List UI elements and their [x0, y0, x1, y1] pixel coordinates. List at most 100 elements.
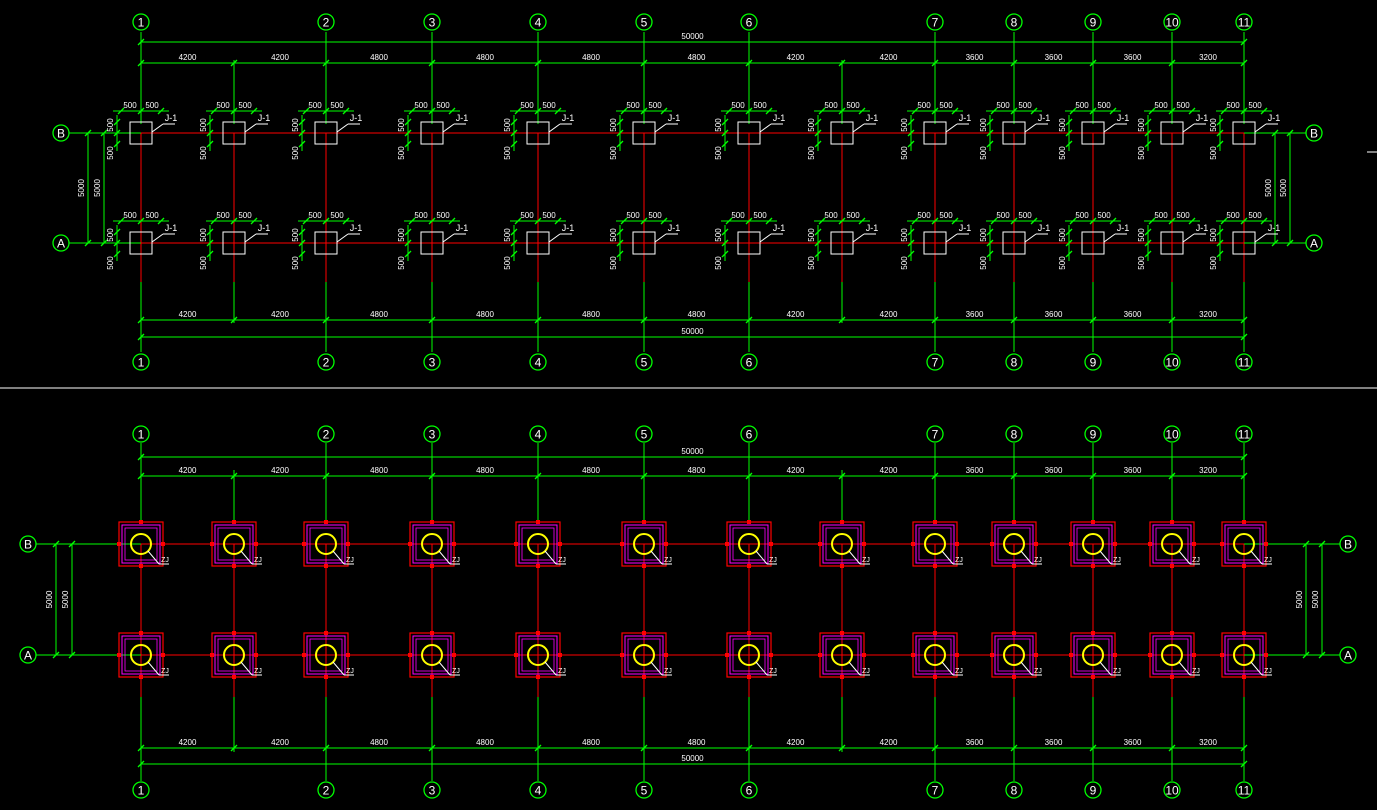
span-dimension-11: 3600 — [1124, 310, 1142, 319]
cap-rebar-dot — [1069, 653, 1073, 657]
pile-tag: ZJ — [346, 557, 354, 564]
span-dimension-4: 4800 — [476, 53, 494, 62]
column-dim-upper: 500 — [609, 228, 618, 242]
cap-rebar-dot — [430, 675, 434, 679]
column-dim-left: 500 — [626, 211, 640, 220]
column-dim-left: 500 — [996, 101, 1010, 110]
cap-rebar-dot — [536, 675, 540, 679]
pile-tag: ZJ — [1034, 557, 1042, 564]
column-dim-right: 500 — [542, 101, 556, 110]
axis-bubble-5-label: 5 — [641, 16, 648, 30]
column-tag: J-1 — [959, 113, 972, 123]
cap-rebar-dot — [1012, 631, 1016, 635]
column-dim-right: 500 — [238, 101, 252, 110]
axis-bubble-7-label: 7 — [932, 428, 939, 442]
column-dim-right: 500 — [1097, 211, 1111, 220]
column-dim-lower: 500 — [1058, 146, 1067, 160]
span-dimension-5: 4800 — [582, 53, 600, 62]
cap-rebar-dot — [232, 631, 236, 635]
pile-tag: ZJ — [862, 668, 870, 675]
column-dim-upper: 500 — [714, 228, 723, 242]
column-tag: J-1 — [1117, 113, 1130, 123]
left-vertical-dimension-2: 5000 — [93, 179, 102, 197]
column-tag: J-1 — [773, 113, 786, 123]
axis-bubble-10-label: 10 — [1165, 428, 1179, 442]
row-bubble-right-A-label: A — [1344, 649, 1352, 663]
span-dimension-1: 4200 — [179, 310, 197, 319]
span-dimension-7: 4200 — [787, 466, 805, 475]
cad-drawing-canvas[interactable]: 1 2 3 4 5 6 7 8 9 10 111 2 3 4 5 6 7 8 9 10 11500004200 4200 4… — [0, 0, 1377, 810]
column-dim-right: 500 — [1018, 211, 1032, 220]
column-dim-lower: 500 — [714, 146, 723, 160]
column-dim-right: 500 — [1248, 101, 1262, 110]
column-tag: J-1 — [1268, 223, 1281, 233]
cap-rebar-dot — [408, 653, 412, 657]
column-tag: J-1 — [456, 223, 469, 233]
cap-rebar-dot — [818, 542, 822, 546]
axis-bubble-3-label: 3 — [429, 784, 436, 798]
span-dimension-10: 3600 — [1045, 466, 1063, 475]
span-dimension-1: 4200 — [179, 466, 197, 475]
column-dim-upper: 500 — [1137, 228, 1146, 242]
column-dim-upper: 500 — [807, 118, 816, 132]
span-dimension-3: 4800 — [370, 738, 388, 747]
row-bubble-left-B-label: B — [24, 538, 32, 552]
column-dim-upper: 500 — [900, 118, 909, 132]
axis-bubble-4-label: 4 — [535, 428, 542, 442]
cap-rebar-dot — [955, 542, 959, 546]
cap-rebar-dot — [1242, 631, 1246, 635]
span-dimension-7: 4200 — [787, 738, 805, 747]
span-dimension-4: 4800 — [476, 738, 494, 747]
span-dimension-9: 3600 — [966, 310, 984, 319]
column-dim-lower: 500 — [1058, 256, 1067, 270]
cap-rebar-dot — [769, 542, 773, 546]
column-tag: J-1 — [1268, 113, 1281, 123]
axis-bubble-10-label: 10 — [1165, 16, 1179, 30]
column-dim-left: 500 — [308, 211, 322, 220]
cap-rebar-dot — [232, 675, 236, 679]
row-bubble-right-A-label: A — [1310, 237, 1318, 251]
column-dim-lower: 500 — [900, 146, 909, 160]
column-dim-lower: 500 — [503, 256, 512, 270]
pile-tag: ZJ — [161, 668, 169, 675]
column-tag: J-1 — [1196, 223, 1209, 233]
column-dim-upper: 500 — [291, 228, 300, 242]
cap-rebar-dot — [1242, 564, 1246, 568]
cap-rebar-dot — [324, 520, 328, 524]
cap-rebar-dot — [725, 542, 729, 546]
column-dim-left: 500 — [1226, 211, 1240, 220]
span-dimension-11: 3600 — [1124, 738, 1142, 747]
cap-rebar-dot — [642, 631, 646, 635]
cap-rebar-dot — [210, 653, 214, 657]
cap-rebar-dot — [1192, 653, 1196, 657]
axis-bubble-1-label: 1 — [138, 784, 145, 798]
cap-rebar-dot — [161, 542, 165, 546]
left-vertical-dimension-2: 5000 — [61, 590, 70, 608]
span-dimension-7: 4200 — [787, 310, 805, 319]
cap-rebar-dot — [1113, 542, 1117, 546]
pile-tag: ZJ — [955, 668, 963, 675]
column-dim-upper: 500 — [199, 118, 208, 132]
column-dim-right: 500 — [436, 211, 450, 220]
span-dimension-12: 3200 — [1199, 466, 1217, 475]
span-dimension-5: 4800 — [582, 466, 600, 475]
column-dim-lower: 500 — [199, 256, 208, 270]
axis-bubble-11-label: 11 — [1238, 428, 1251, 442]
column-tag: J-1 — [258, 223, 271, 233]
pile-tag: ZJ — [254, 557, 262, 564]
cap-rebar-dot — [1012, 520, 1016, 524]
column-dim-lower: 500 — [807, 256, 816, 270]
cap-rebar-dot — [769, 653, 773, 657]
pile-tag: ZJ — [1192, 557, 1200, 564]
cap-rebar-dot — [452, 542, 456, 546]
cap-rebar-dot — [1220, 542, 1224, 546]
pile-tag: ZJ — [558, 557, 566, 564]
axis-bubble-8-label: 8 — [1011, 784, 1018, 798]
axis-bubble-4-label: 4 — [535, 784, 542, 798]
span-dimension-9: 3600 — [966, 466, 984, 475]
column-dim-right: 500 — [436, 101, 450, 110]
cap-rebar-dot — [955, 653, 959, 657]
cap-rebar-dot — [1264, 542, 1268, 546]
column-dim-lower: 500 — [1137, 256, 1146, 270]
cap-rebar-dot — [1170, 675, 1174, 679]
